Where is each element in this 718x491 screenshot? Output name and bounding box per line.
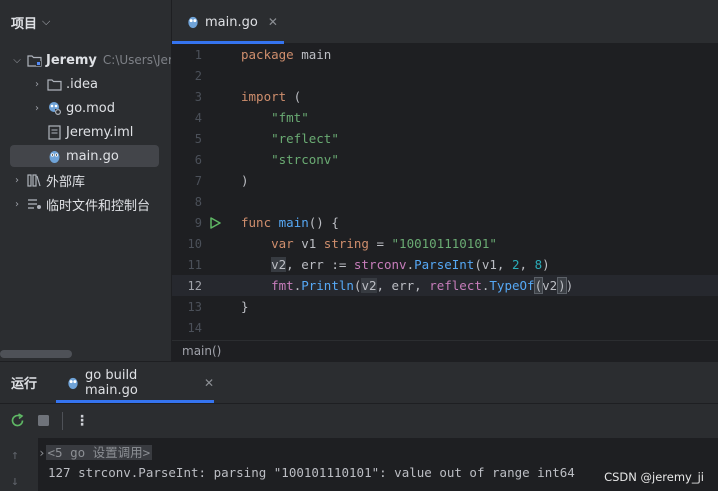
code-line[interactable]: 7) bbox=[172, 170, 718, 191]
scratches-icon bbox=[26, 196, 42, 212]
code-line[interactable]: 1 package main bbox=[172, 44, 718, 65]
chevron-right-icon[interactable]: › bbox=[30, 79, 44, 90]
line-number: 9 bbox=[194, 215, 202, 230]
code-editor[interactable]: 1 package main 2 3 import ( 4 "fmt" 5 "ref… bbox=[172, 44, 718, 340]
code-line[interactable]: 9 func main() { bbox=[172, 212, 718, 233]
close-icon[interactable]: ✕ bbox=[204, 376, 214, 390]
console-line: 127 strconv.ParseInt: parsing "100101110… bbox=[48, 465, 575, 480]
arrow-up-icon[interactable]: ↑ bbox=[11, 448, 19, 463]
tree-item-external-libraries[interactable]: › 外部库 bbox=[10, 169, 85, 191]
watermark: CSDN @jeremy_ji bbox=[604, 470, 704, 484]
collapsed-frames[interactable]: <5 go 设置调用> bbox=[45, 445, 153, 460]
line-number: 8 bbox=[194, 194, 202, 209]
run-toolbar: ⋮ bbox=[0, 403, 718, 437]
line-number: 3 bbox=[194, 89, 202, 104]
code-line[interactable]: 4 "fmt" bbox=[172, 107, 718, 128]
project-title[interactable]: 项目 bbox=[11, 13, 37, 32]
tree-item-label: main.go bbox=[66, 148, 119, 164]
breadcrumb-item[interactable]: main() bbox=[182, 344, 221, 358]
go-mod-icon bbox=[46, 100, 62, 116]
code-line[interactable]: 13} bbox=[172, 296, 718, 317]
tree-item-main-go[interactable]: main.go bbox=[10, 145, 159, 167]
file-icon bbox=[46, 124, 62, 140]
breadcrumb[interactable]: main() bbox=[172, 340, 718, 361]
chevron-right-icon[interactable]: › bbox=[30, 103, 44, 114]
console-gutter: ↑ ↓ bbox=[0, 438, 38, 491]
line-number: 4 bbox=[194, 110, 202, 125]
run-title: 运行 bbox=[11, 377, 38, 392]
tree-item-label: 外部库 bbox=[46, 174, 86, 190]
code-line[interactable]: 5 "reflect" bbox=[172, 128, 718, 149]
code-line[interactable]: 3 import ( bbox=[172, 86, 718, 107]
stop-icon[interactable] bbox=[37, 414, 50, 427]
chevron-down-icon[interactable]: ⌵ bbox=[10, 55, 24, 66]
editor-tab-bar: main.go ✕ bbox=[172, 0, 718, 44]
tree-item-label: go.mod bbox=[66, 100, 115, 116]
folder-icon bbox=[26, 52, 42, 68]
run-tool-window: 运行 go build main.go ✕ ⋮ ↑ ↓ › <5 go 设置调用>… bbox=[0, 361, 718, 491]
line-number: 14 bbox=[187, 320, 202, 335]
tree-item-jeremy-iml[interactable]: Jeremy.iml bbox=[44, 121, 133, 143]
line-number: 1 bbox=[194, 47, 202, 62]
tab-main-go[interactable]: main.go ✕ bbox=[172, 0, 284, 44]
tree-item-label: Jeremy bbox=[46, 52, 97, 68]
gopher-icon bbox=[186, 15, 200, 29]
run-gutter-icon[interactable] bbox=[208, 216, 222, 229]
run-tab-label: go build main.go bbox=[85, 367, 138, 398]
library-icon bbox=[26, 172, 42, 188]
tree-item-jeremy[interactable]: ⌵ Jeremy C:\Users\Jer bbox=[10, 49, 172, 71]
chevron-down-icon[interactable]: ⌵ bbox=[42, 15, 50, 29]
tree-item-scratches[interactable]: › 临时文件和控制台 bbox=[10, 193, 150, 215]
code-line-current[interactable]: 12 fmt.Println(v2, err, reflect.TypeOf(v… bbox=[172, 275, 718, 296]
chevron-right-icon[interactable]: › bbox=[10, 199, 24, 210]
tree-item-idea[interactable]: › .idea bbox=[30, 73, 98, 95]
arrow-down-icon[interactable]: ↓ bbox=[11, 474, 19, 489]
code-line[interactable]: 8 bbox=[172, 191, 718, 212]
tree-item-label: .idea bbox=[66, 76, 98, 92]
close-icon[interactable]: ✕ bbox=[268, 15, 278, 29]
line-number: 10 bbox=[187, 236, 202, 251]
folder-icon bbox=[46, 76, 62, 92]
line-number: 11 bbox=[187, 257, 202, 272]
code-line[interactable]: 10 var v1 string = "100101110101" bbox=[172, 233, 718, 254]
line-number: 2 bbox=[194, 68, 202, 83]
rerun-icon[interactable] bbox=[10, 413, 25, 428]
chevron-right-icon[interactable]: › bbox=[10, 175, 24, 186]
run-config-tab[interactable]: go build main.go ✕ bbox=[56, 362, 214, 403]
line-number: 13 bbox=[187, 299, 202, 314]
tree-item-label: 临时文件和控制台 bbox=[46, 198, 151, 214]
code-line[interactable]: 2 bbox=[172, 65, 718, 86]
code-line[interactable]: 6 "strconv" bbox=[172, 149, 718, 170]
gopher-icon bbox=[46, 148, 62, 164]
tab-label: main.go bbox=[205, 14, 258, 30]
tree-item-go-mod[interactable]: › go.mod bbox=[30, 97, 115, 119]
tab-active-indicator bbox=[56, 400, 214, 403]
tree-item-path: C:\Users\Jer bbox=[102, 53, 172, 67]
code-line[interactable]: 14 bbox=[172, 317, 718, 338]
more-icon[interactable]: ⋮ bbox=[75, 413, 89, 429]
console-line[interactable]: › <5 go 设置调用> bbox=[38, 442, 153, 461]
horizontal-scrollbar[interactable] bbox=[0, 350, 72, 358]
project-panel: 项目 ⌵ ⌵ Jeremy C:\Users\Jer › .idea › go.… bbox=[0, 0, 172, 361]
gopher-icon bbox=[66, 376, 80, 390]
chevron-right-icon[interactable]: › bbox=[38, 445, 46, 460]
run-header: 运行 go build main.go ✕ bbox=[0, 362, 718, 403]
line-number: 5 bbox=[194, 131, 202, 146]
line-number: 12 bbox=[187, 278, 202, 293]
line-number: 7 bbox=[194, 173, 202, 188]
toolbar-divider bbox=[62, 411, 63, 430]
line-number: 6 bbox=[194, 152, 202, 167]
tree-item-label: Jeremy.iml bbox=[66, 124, 134, 140]
project-panel-header[interactable]: 项目 ⌵ bbox=[0, 0, 171, 44]
code-line[interactable]: 11 v2, err := strconv.ParseInt(v1, 2, 8) bbox=[172, 254, 718, 275]
